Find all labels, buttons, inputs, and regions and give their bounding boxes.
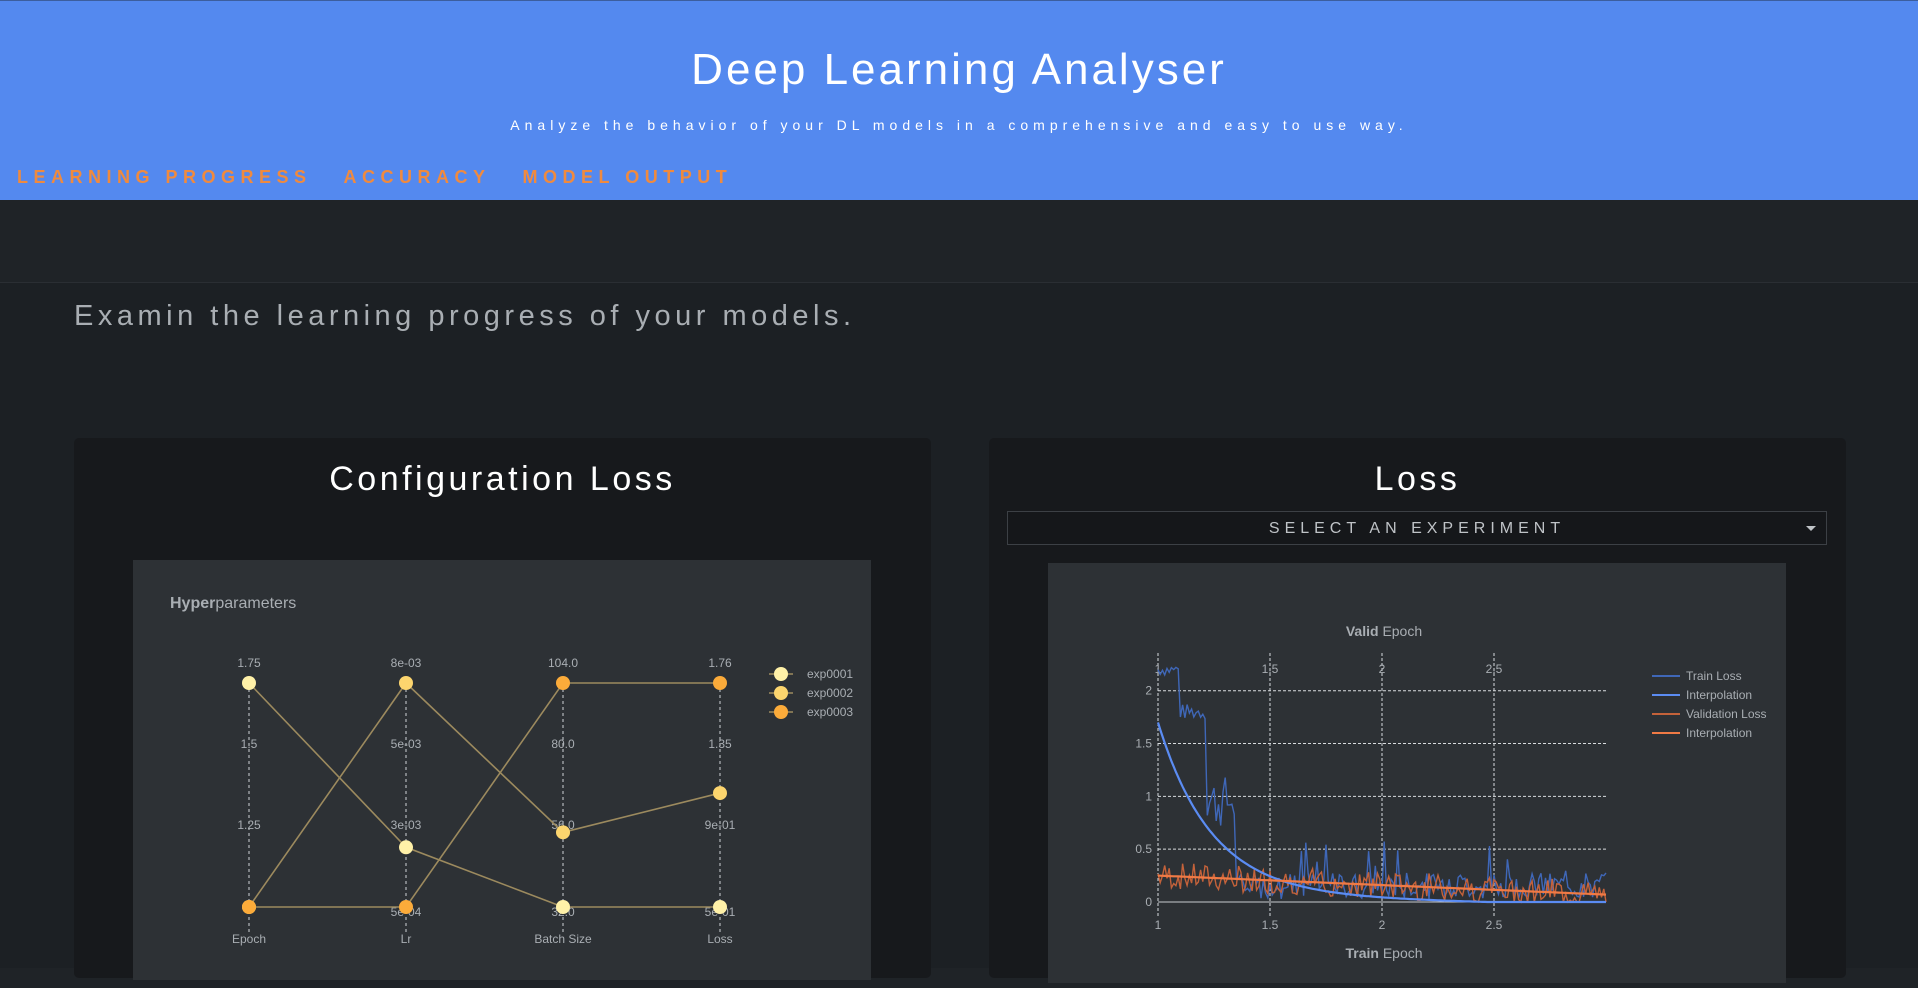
nav-model-output[interactable]: MODEL OUTPUT [523, 167, 733, 188]
axis-tick-label: 1.76 [708, 656, 732, 670]
header-spacer [0, 200, 1918, 282]
axis-tick-label: 80.0 [551, 737, 575, 751]
loss-chart-title: Valid Epoch [1346, 623, 1422, 639]
experiment-select-label: SELECT AN EXPERIMENT [1268, 520, 1566, 537]
loss-line-chart: Valid Epoch Train Epoch 1 1 1.5 1.5 2 2 2.5 2.5… [1135, 623, 1767, 961]
axis-tick-label: 5e-03 [391, 737, 422, 751]
y-tick-label: 2 [1145, 684, 1152, 698]
axis-tick-label: 1.35 [708, 737, 732, 751]
legend-label: Interpolation [1686, 688, 1752, 702]
legend-label: exp0003 [807, 705, 853, 719]
loss-chart-panel: Valid Epoch Train Epoch 1 1 1.5 1.5 2 2 2.5 2.5… [1048, 563, 1786, 983]
axis-tick-label: 8e-03 [391, 656, 422, 670]
data-point-exp0002 [556, 825, 570, 840]
chart-title-rest: parameters [215, 595, 296, 612]
legend-label: exp0002 [807, 686, 853, 700]
data-point-exp0002 [713, 786, 727, 801]
hyperparameters-chart-title: Hyperparameters [170, 595, 296, 612]
app-subtitle: Analyze the behavior of your DL models i… [510, 117, 1408, 133]
y-tick-label: 0.5 [1135, 842, 1152, 856]
loss-chart-xlabel-bold: Train [1345, 945, 1378, 961]
axis-name: Loss [707, 932, 732, 946]
configuration-loss-card: Configuration Loss Hyperparameters 1.75 1… [74, 438, 931, 980]
legend-label: Validation Loss [1686, 707, 1767, 721]
axis-name: Batch Size [534, 932, 592, 946]
data-point-exp0003 [713, 676, 727, 690]
loss-chart-xlabel-rest: Epoch [1383, 945, 1423, 961]
loss-chart-xlabel: Train Epoch [1345, 945, 1422, 961]
nav-learning-progress[interactable]: LEARNING PROGRESS [17, 167, 312, 188]
legend-marker [774, 667, 788, 681]
parallel-coordinates-chart: Hyperparameters 1.75 1.5 1.25 Epoch 8e-03 5e-… [170, 595, 853, 946]
x-tick-label-top: 2.5 [1486, 662, 1503, 676]
data-point-exp0003 [399, 900, 413, 914]
axis-tick-label: 104.0 [548, 656, 578, 670]
loss-card: Loss SELECT AN EXPERIMENT Valid Epoch Tr… [989, 438, 1846, 983]
app-header: Deep Learning Analyser Analyze the behav… [0, 0, 1918, 201]
data-point-exp0001 [713, 900, 727, 914]
y-tick-label: 1 [1145, 789, 1152, 803]
axis-tick-label: 1.5 [241, 737, 258, 751]
x-tick-label: 2 [1379, 918, 1386, 932]
section-intro: Examin the learning progress of your mod… [74, 300, 856, 332]
configuration-loss-title: Configuration Loss [329, 460, 676, 498]
data-point-exp0002 [399, 676, 413, 690]
x-tick-label-top: 2 [1379, 662, 1386, 676]
nav-accuracy[interactable]: ACCURACY [344, 167, 491, 188]
data-point-exp0003 [556, 676, 570, 690]
axis-name: Lr [401, 932, 412, 946]
legend-marker [774, 705, 788, 719]
x-tick-label: 2.5 [1486, 918, 1503, 932]
axis-tick-label: 1.25 [237, 818, 261, 832]
hyperparameters-panel: Hyperparameters 1.75 1.5 1.25 Epoch 8e-03 5e-… [133, 560, 871, 980]
data-point-exp0001 [399, 840, 413, 855]
experiment-select[interactable]: SELECT AN EXPERIMENT [1007, 511, 1827, 545]
x-tick-label: 1.5 [1262, 918, 1279, 932]
main-nav: LEARNING PROGRESS ACCURACY MODEL OUTPUT [17, 167, 764, 188]
chevron-down-icon[interactable] [1806, 526, 1816, 531]
legend-marker [774, 686, 788, 700]
x-tick-label-top: 1.5 [1262, 662, 1279, 676]
x-tick-label: 1 [1155, 918, 1162, 932]
axis-name: Epoch [232, 932, 266, 946]
legend-label: exp0001 [807, 667, 853, 681]
data-point-exp0003 [242, 900, 256, 914]
loss-chart-title-rest: Epoch [1382, 623, 1422, 639]
loss-title: Loss [1374, 460, 1461, 498]
series-line-exp0003 [249, 682, 720, 908]
app-title: Deep Learning Analyser [691, 45, 1227, 94]
chart-title-bold: Hyper [170, 595, 215, 612]
y-tick-label: 0 [1145, 895, 1152, 909]
legend-label: Train Loss [1686, 669, 1742, 683]
axis-tick-label: 3e-03 [391, 818, 422, 832]
legend-label: Interpolation [1686, 726, 1752, 740]
data-point-exp0001 [556, 900, 570, 914]
axis-tick-label: 1.75 [237, 656, 261, 670]
data-point-exp0001 [242, 676, 256, 690]
y-tick-label: 1.5 [1135, 737, 1152, 751]
loss-chart-title-bold: Valid [1346, 623, 1379, 639]
axis-tick-label: 9e-01 [705, 818, 736, 832]
